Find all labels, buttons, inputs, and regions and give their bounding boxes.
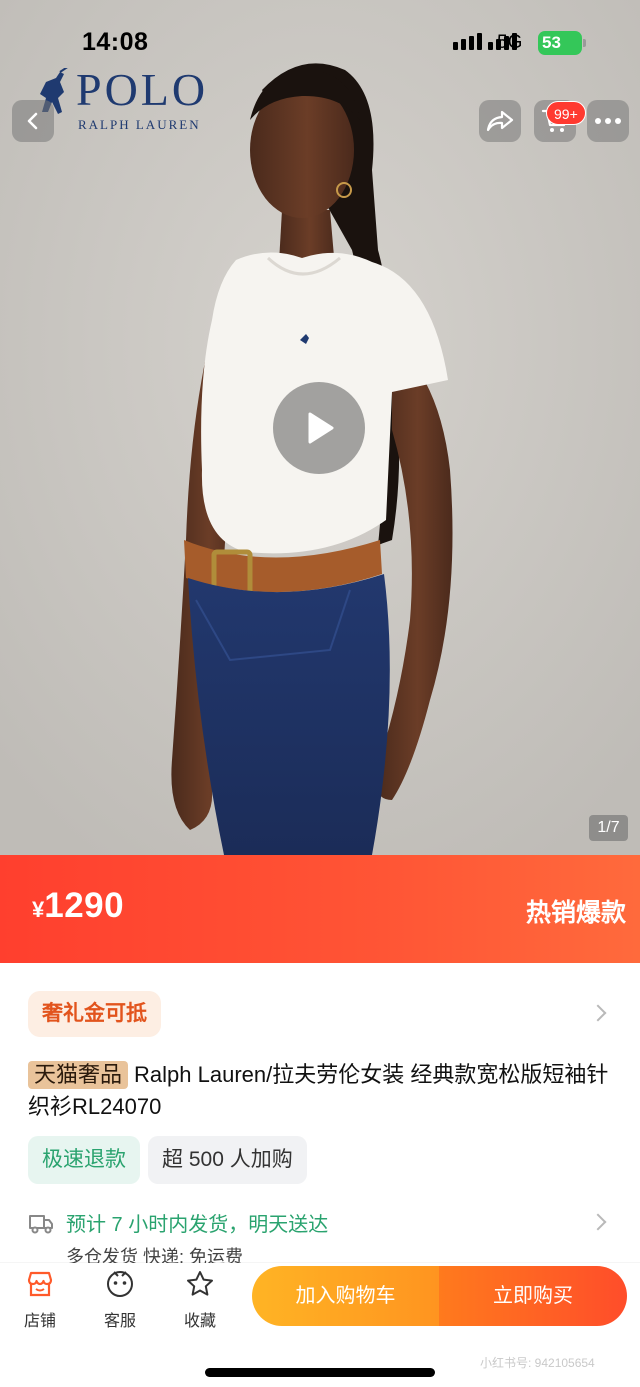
more-dots-icon <box>595 118 621 124</box>
delivery-row[interactable]: 预计 7 小时内发货，明天送达 <box>28 1208 328 1237</box>
network-type: 5G <box>497 32 523 53</box>
chevron-left-icon <box>27 112 38 130</box>
add-to-cart-button[interactable]: 加入购物车 <box>252 1266 439 1326</box>
price-value: 1290 <box>44 886 125 925</box>
tmall-luxury-tag: 天猫奢品 <box>28 1061 129 1089</box>
product-info: 奢礼金可抵 天猫奢品 Ralph Lauren/拉夫劳伦女装 经典款宽松版短袖针织… <box>0 963 640 1263</box>
shipping-info: 多仓发货 快递: 免运费 <box>66 1247 244 1263</box>
image-page-indicator: 1/7 <box>589 815 628 841</box>
cart-count-badge: 99+ <box>546 101 586 125</box>
truck-icon <box>29 1214 53 1233</box>
status-time: 14:08 <box>82 28 149 56</box>
product-media-gallery[interactable]: 14:08 5G 53 POLO RALPH LAUREN 99+ 1/7 <box>0 0 640 855</box>
play-icon <box>308 412 334 444</box>
bottom-action-bar: 店铺 客服 收藏 加入购物车 立即购买 小红书号: 942105654 <box>0 1263 640 1387</box>
product-title: 天猫奢品 Ralph Lauren/拉夫劳伦女装 经典款宽松版短袖针织衫RL240… <box>28 1059 628 1123</box>
chevron-right-icon[interactable] <box>589 1213 607 1231</box>
price: ¥1290 <box>32 886 124 926</box>
customer-service-label: 客服 <box>103 1313 136 1330</box>
favorite-button[interactable]: 收藏 <box>170 1267 230 1331</box>
brand-logo: POLO RALPH LAUREN <box>36 66 216 136</box>
play-video-button[interactable] <box>273 382 365 474</box>
home-indicator[interactable] <box>205 1368 435 1377</box>
delivery-text: 预计 7 小时内发货，明天送达 <box>66 1214 329 1236</box>
fast-refund-tag: 极速退款 <box>28 1136 140 1184</box>
add-cart-count-tag: 超 500 人加购 <box>148 1136 307 1184</box>
more-button[interactable] <box>587 100 629 142</box>
customer-service-icon <box>107 1271 133 1297</box>
back-button[interactable] <box>12 100 54 142</box>
chevron-right-icon[interactable] <box>589 1004 607 1022</box>
store-button[interactable]: 店铺 <box>10 1267 70 1331</box>
store-label: 店铺 <box>23 1313 56 1330</box>
hot-sale-tag: 热销爆款 <box>525 899 626 927</box>
brand-name: POLO <box>76 64 209 115</box>
customer-service-button[interactable]: 客服 <box>90 1267 150 1331</box>
buy-now-button[interactable]: 立即购买 <box>439 1266 627 1326</box>
store-icon <box>27 1271 53 1297</box>
share-button[interactable] <box>479 100 521 142</box>
price-banner: ¥1290 热销爆款 <box>0 855 640 963</box>
watermark: 小红书号: 942105654 <box>480 1356 595 1370</box>
price-currency: ¥ <box>32 897 45 922</box>
battery-level: 53 <box>542 33 561 52</box>
share-icon <box>486 110 514 132</box>
coupon-pill[interactable]: 奢礼金可抵 <box>28 991 161 1037</box>
service-tags: 极速退款 超 500 人加购 <box>28 1136 307 1184</box>
star-icon <box>187 1271 213 1296</box>
cta-group: 加入购物车 立即购买 <box>252 1266 627 1326</box>
brand-subtitle: RALPH LAUREN <box>78 117 201 132</box>
favorite-label: 收藏 <box>183 1313 216 1330</box>
battery-icon: 53 <box>538 31 586 55</box>
